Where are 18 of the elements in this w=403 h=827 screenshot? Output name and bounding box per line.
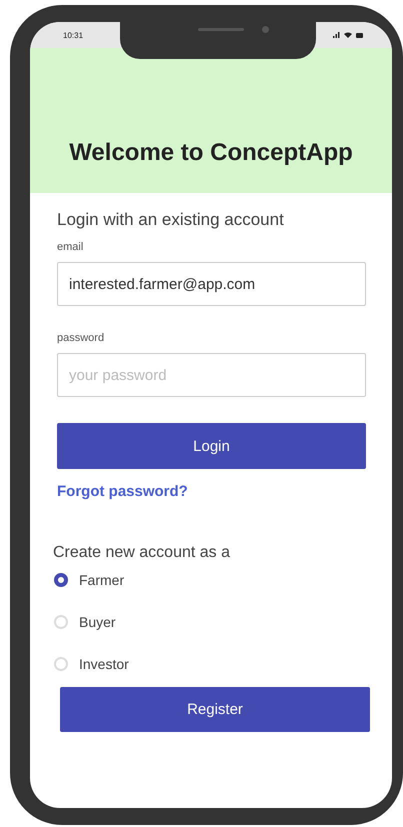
signal-icon	[333, 32, 340, 38]
login-heading: Login with an existing account	[57, 210, 285, 230]
role-label: Investor	[79, 656, 129, 672]
wifi-icon	[344, 32, 352, 38]
register-heading: Create new account as a	[53, 544, 231, 562]
forgot-password-link[interactable]: Forgot password?	[57, 483, 188, 500]
register-button[interactable]: Register	[60, 687, 370, 732]
welcome-title: Welcome to ConceptApp	[69, 139, 353, 167]
input-field[interactable]: your password	[57, 353, 366, 397]
role-label: Farmer	[79, 572, 124, 588]
status-time: 10:31	[63, 30, 84, 40]
radio-button[interactable]	[54, 573, 68, 587]
login-button[interactable]: Login	[57, 423, 366, 469]
input-field[interactable]: interested.farmer@app.com	[57, 262, 366, 306]
field-label: email	[57, 241, 84, 253]
battery-icon	[356, 32, 364, 38]
field-label: password	[57, 332, 106, 344]
role-label: Buyer	[79, 614, 116, 630]
